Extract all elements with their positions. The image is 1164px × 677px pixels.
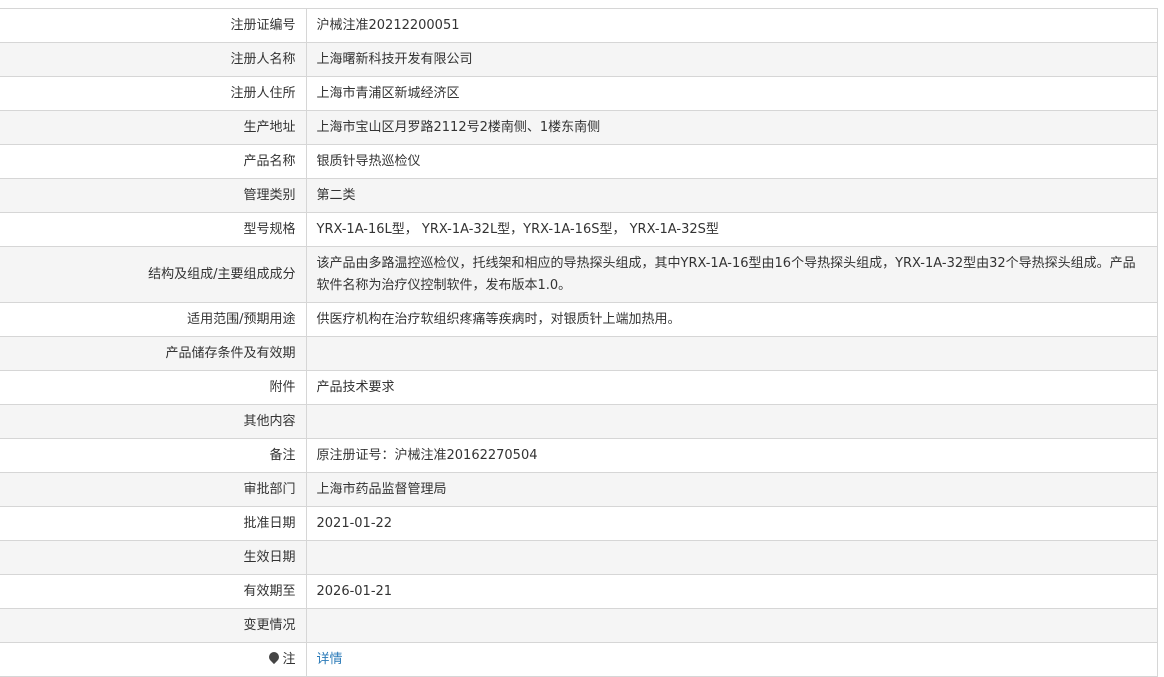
value-production-address: 上海市宝山区月罗路2112号2楼南侧、1楼东南侧 <box>306 110 1157 145</box>
value-storage-validity <box>306 336 1157 371</box>
value-registrant-address: 上海市青浦区新城经济区 <box>306 76 1157 111</box>
label-model-spec: 型号规格 <box>0 212 307 247</box>
table-row-registrant-name: 注册人名称 上海曙新科技开发有限公司 <box>0 42 1157 77</box>
value-attachment: 产品技术要求 <box>306 370 1157 405</box>
value-remarks: 原注册证号：沪械注准20162270504 <box>306 438 1157 473</box>
label-management-category: 管理类别 <box>0 178 307 213</box>
label-product-name: 产品名称 <box>0 144 307 179</box>
value-intended-use: 供医疗机构在治疗软组织疼痛等疾病时，对银质针上端加热用。 <box>306 302 1157 337</box>
table-row-approval-date: 批准日期 2021-01-22 <box>0 506 1157 541</box>
value-change-status <box>306 608 1157 643</box>
value-approval-department: 上海市药品监督管理局 <box>306 472 1157 507</box>
label-storage-validity: 产品储存条件及有效期 <box>0 336 307 371</box>
registration-detail-table: 注册证编号 沪械注准20212200051 注册人名称 上海曙新科技开发有限公司… <box>0 9 1157 677</box>
label-attachment: 附件 <box>0 370 307 405</box>
label-approval-department: 审批部门 <box>0 472 307 507</box>
table-row-change-status: 变更情况 <box>0 608 1157 643</box>
label-structure-composition: 结构及组成/主要组成成分 <box>0 246 307 303</box>
table-row-product-name: 产品名称 银质针导热巡检仪 <box>0 144 1157 179</box>
table-row-storage-validity: 产品储存条件及有效期 <box>0 336 1157 371</box>
label-valid-until: 有效期至 <box>0 574 307 609</box>
label-registration-number: 注册证编号 <box>0 9 307 43</box>
value-other-content <box>306 404 1157 439</box>
value-note: 详情 <box>306 642 1157 677</box>
table-row-management-category: 管理类别 第二类 <box>0 178 1157 213</box>
table-row-valid-until: 有效期至 2026-01-21 <box>0 574 1157 609</box>
table-row-model-spec: 型号规格 YRX-1A-16L型， YRX-1A-32L型，YRX-1A-16S… <box>0 212 1157 247</box>
label-approval-date: 批准日期 <box>0 506 307 541</box>
table-row-other-content: 其他内容 <box>0 404 1157 439</box>
table-row-registration-number: 注册证编号 沪械注准20212200051 <box>0 9 1157 43</box>
value-management-category: 第二类 <box>306 178 1157 213</box>
table-row-note: 注 详情 <box>0 642 1157 677</box>
label-registrant-name: 注册人名称 <box>0 42 307 77</box>
label-production-address: 生产地址 <box>0 110 307 145</box>
label-registrant-address: 注册人住所 <box>0 76 307 111</box>
value-structure-composition: 该产品由多路温控巡检仪，托线架和相应的导热探头组成，其中YRX-1A-16型由1… <box>306 246 1157 303</box>
label-intended-use: 适用范围/预期用途 <box>0 302 307 337</box>
label-remarks: 备注 <box>0 438 307 473</box>
registration-detail-panel: 注册证编号 沪械注准20212200051 注册人名称 上海曙新科技开发有限公司… <box>0 8 1158 677</box>
pin-icon <box>269 652 279 664</box>
value-approval-date: 2021-01-22 <box>306 506 1157 541</box>
table-row-approval-department: 审批部门 上海市药品监督管理局 <box>0 472 1157 507</box>
table-row-effective-date: 生效日期 <box>0 540 1157 575</box>
table-row-structure-composition: 结构及组成/主要组成成分 该产品由多路温控巡检仪，托线架和相应的导热探头组成，其… <box>0 246 1157 303</box>
table-row-remarks: 备注 原注册证号：沪械注准20162270504 <box>0 438 1157 473</box>
note-label: 注 <box>282 651 296 667</box>
label-effective-date: 生效日期 <box>0 540 307 575</box>
value-model-spec: YRX-1A-16L型， YRX-1A-32L型，YRX-1A-16S型， YR… <box>306 212 1157 247</box>
table-row-registrant-address: 注册人住所 上海市青浦区新城经济区 <box>0 76 1157 111</box>
label-note: 注 <box>0 642 307 677</box>
value-valid-until: 2026-01-21 <box>306 574 1157 609</box>
table-row-intended-use: 适用范围/预期用途 供医疗机构在治疗软组织疼痛等疾病时，对银质针上端加热用。 <box>0 302 1157 337</box>
value-registration-number: 沪械注准20212200051 <box>306 9 1157 43</box>
details-link[interactable]: 详情 <box>317 652 343 667</box>
value-effective-date <box>306 540 1157 575</box>
label-change-status: 变更情况 <box>0 608 307 643</box>
table-row-attachment: 附件 产品技术要求 <box>0 370 1157 405</box>
table-row-production-address: 生产地址 上海市宝山区月罗路2112号2楼南侧、1楼东南侧 <box>0 110 1157 145</box>
value-registrant-name: 上海曙新科技开发有限公司 <box>306 42 1157 77</box>
label-other-content: 其他内容 <box>0 404 307 439</box>
value-product-name: 银质针导热巡检仪 <box>306 144 1157 179</box>
